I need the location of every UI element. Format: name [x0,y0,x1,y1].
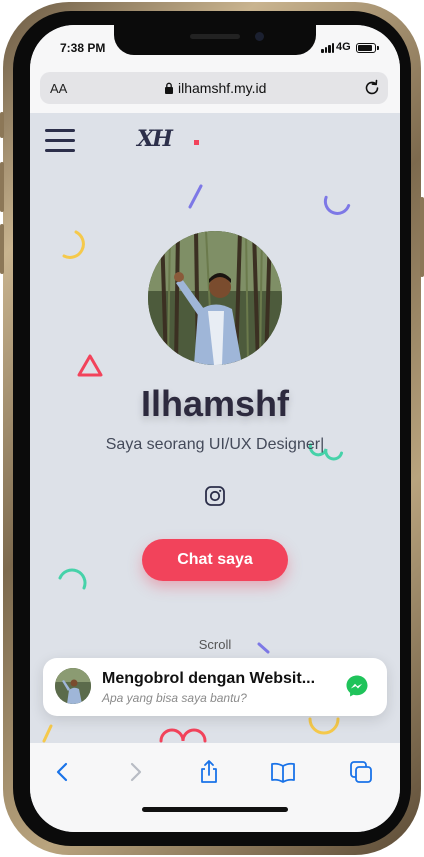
deco-red-square [194,140,199,145]
chat-button[interactable]: Chat saya [142,539,288,581]
tabs-icon[interactable] [348,759,374,785]
menu-icon[interactable] [45,129,75,153]
address-bar[interactable]: AA ilhamshf.my.id [40,72,388,104]
notch [114,25,316,55]
bookmarks-icon[interactable] [270,759,296,785]
deco-red-m-wave [159,728,207,743]
url-domain[interactable]: ilhamshf.my.id [178,80,266,96]
deco-yellow-stroke [42,724,53,743]
chat-widget-subtitle: Apa yang bisa saya bantu? [102,691,247,705]
deco-yellow-arc [62,230,85,259]
deco-purple-stroke [188,184,203,209]
chat-widget-title: Mengobrol dengan Websit... [102,670,316,687]
network-label: 4G [336,41,351,53]
phone-frame: 7:38 PM 4G AA ilhamshf.my.id XH Ilhamshf… [0,2,424,855]
deco-teal-arc [58,568,87,590]
browser-toolbar [30,743,400,832]
messenger-chat-widget[interactable]: Mengobrol dengan Websit... Apa yang bisa… [43,658,387,716]
scroll-hint: Scroll [198,637,232,652]
lock-icon [165,82,173,94]
instagram-icon[interactable] [204,485,226,507]
back-icon[interactable] [50,759,76,785]
home-indicator [142,807,288,812]
forward-icon[interactable] [122,759,148,785]
chat-avatar [55,668,91,704]
site-logo[interactable]: XH [137,126,173,152]
deco-red-triangle [77,354,103,377]
text-size-button[interactable]: AA [50,81,67,96]
share-icon[interactable] [196,759,222,785]
deco-yellow-arc-bottom [308,717,340,735]
signal-icon [321,43,335,53]
status-time: 7:38 PM [60,41,106,55]
profile-tagline: Saya seorang UI/UX Designer| [105,436,325,453]
browser-address-area: AA ilhamshf.my.id [30,69,400,113]
screen: 7:38 PM 4G AA ilhamshf.my.id XH Ilhamshf… [30,25,400,832]
profile-photo [148,231,282,365]
deco-purple-arc [323,195,351,215]
web-page: XH Ilhamshf Saya seorang UI/UX Designer|… [30,113,400,743]
battery-icon [356,43,376,53]
profile-name: Ilhamshf [140,383,290,424]
messenger-icon[interactable] [345,674,369,698]
reload-icon[interactable] [362,78,382,98]
